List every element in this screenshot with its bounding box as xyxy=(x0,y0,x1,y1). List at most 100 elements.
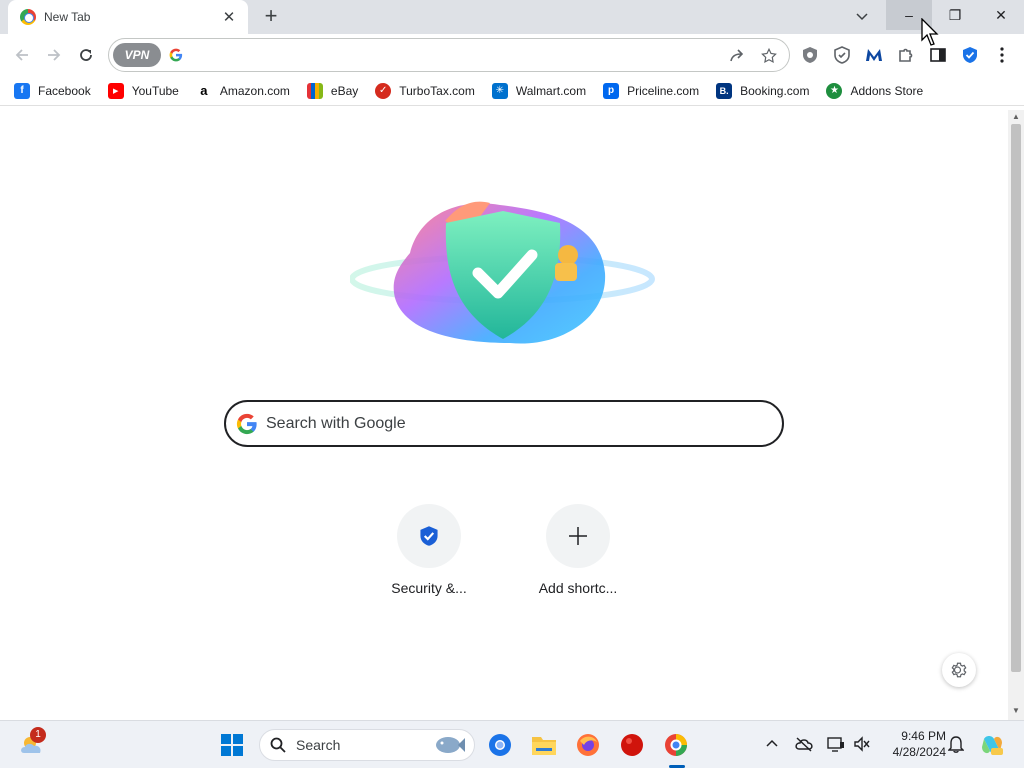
onedrive-button[interactable] xyxy=(794,733,814,755)
scrollbar-thumb[interactable] xyxy=(1011,124,1021,672)
new-tab-page: Search with Google Security &... Add sho… xyxy=(0,107,1008,720)
windows-taskbar: 1 Search 9:46 PM 4/28/2024 xyxy=(0,720,1024,768)
shortcut-label: Add shortc... xyxy=(538,580,618,596)
bookmark-item[interactable]: e eBay xyxy=(306,82,359,99)
bookmark-label: eBay xyxy=(330,83,359,98)
reload-button[interactable] xyxy=(74,43,98,67)
extension-shield-button[interactable] xyxy=(831,44,853,66)
side-panel-icon xyxy=(930,48,946,62)
malwarebytes-icon xyxy=(866,49,882,61)
tab-title: New Tab xyxy=(44,10,91,24)
gear-shield-icon xyxy=(803,47,817,63)
browser-blue-icon xyxy=(489,734,511,756)
notifications-button[interactable] xyxy=(946,733,966,755)
shortcut-label: Security &... xyxy=(391,580,467,596)
display-button[interactable] xyxy=(826,733,846,755)
browser-menu-button[interactable] xyxy=(991,44,1013,66)
mouse-cursor-icon xyxy=(921,18,939,46)
bookmark-label: YouTube xyxy=(131,83,179,98)
bookmark-star-button[interactable] xyxy=(759,46,779,66)
shortcut-add[interactable]: Add shortc... xyxy=(518,504,638,596)
gear-icon xyxy=(951,662,967,678)
windows-logo-icon xyxy=(221,734,243,756)
extension-gear-button[interactable] xyxy=(799,44,821,66)
security-hero-illustration xyxy=(350,201,655,344)
extensions-button[interactable] xyxy=(895,44,917,66)
vpn-button[interactable]: VPN xyxy=(113,43,161,67)
fish-search-highlight-icon xyxy=(436,737,465,753)
tab-close-button[interactable]: ✕ xyxy=(220,8,238,26)
tab-new-tab[interactable]: New Tab ✕ xyxy=(8,0,248,34)
red-sphere-icon xyxy=(621,734,643,756)
browser-favicon-icon xyxy=(20,9,36,25)
blue-shield-icon xyxy=(963,47,977,63)
malwarebytes-extension-button[interactable] xyxy=(863,44,885,66)
share-icon xyxy=(730,49,744,62)
start-button[interactable] xyxy=(216,729,248,761)
turbotax-icon: ✓ xyxy=(375,82,392,99)
browser-toolbar: VPN xyxy=(0,34,1024,76)
volume-button[interactable] xyxy=(852,733,872,755)
bookmark-item[interactable]: f Facebook xyxy=(14,82,91,99)
taskbar-search[interactable]: Search xyxy=(259,729,475,761)
bookmark-item[interactable]: p Priceline.com xyxy=(603,82,700,99)
new-tab-button[interactable]: + xyxy=(258,4,284,30)
bookmark-label: Priceline.com xyxy=(627,83,700,98)
bookmark-label: Booking.com xyxy=(740,83,810,98)
bookmark-label: Addons Store xyxy=(850,83,924,98)
address-bar[interactable]: VPN xyxy=(108,38,790,72)
bookmark-item[interactable]: ★ Addons Store xyxy=(826,82,924,99)
bookmark-label: Amazon.com xyxy=(219,83,290,98)
bookmark-item[interactable]: ✳ Walmart.com xyxy=(491,82,587,99)
google-search-box[interactable]: Search with Google xyxy=(224,400,784,447)
bookmark-label: Walmart.com xyxy=(515,83,587,98)
taskbar-app-file-explorer[interactable] xyxy=(528,729,560,761)
bookmark-item[interactable]: B. Booking.com xyxy=(716,82,810,99)
back-button[interactable] xyxy=(10,43,34,67)
shortcut-security[interactable]: Security &... xyxy=(369,504,489,596)
tray-overflow-button[interactable] xyxy=(762,733,782,755)
copilot-button[interactable] xyxy=(976,729,1008,761)
bookmark-item[interactable]: ✓ TurboTax.com xyxy=(375,82,475,99)
bell-icon xyxy=(948,736,964,753)
scroll-up-arrow-icon[interactable]: ▲ xyxy=(1008,112,1024,124)
shield-icon xyxy=(420,526,438,546)
page-scrollbar[interactable]: ▲ ▼ xyxy=(1008,110,1024,720)
walmart-icon: ✳ xyxy=(491,82,508,99)
star-icon xyxy=(761,47,777,64)
system-clock[interactable]: 9:46 PM 4/28/2024 xyxy=(880,728,946,760)
shield-outline-icon xyxy=(834,46,850,64)
tab-search-button[interactable] xyxy=(852,6,872,26)
volume-muted-icon xyxy=(854,736,870,752)
scroll-down-arrow-icon[interactable]: ▼ xyxy=(1008,706,1024,718)
forward-button[interactable] xyxy=(42,43,66,67)
priceline-icon: p xyxy=(603,82,620,99)
clock-time: 9:46 PM xyxy=(901,729,946,743)
taskbar-app-firefox[interactable] xyxy=(572,729,604,761)
monitor-icon xyxy=(827,737,844,752)
puzzle-icon xyxy=(899,48,913,62)
bookmark-item[interactable]: a Amazon.com xyxy=(195,82,290,99)
cloud-offline-icon xyxy=(795,737,813,752)
facebook-icon: f xyxy=(14,82,30,99)
bookmark-label: TurboTax.com xyxy=(399,83,475,98)
security-extension-button[interactable] xyxy=(959,44,981,66)
amazon-icon: a xyxy=(195,82,212,99)
notification-badge: 1 xyxy=(30,727,46,743)
google-g-icon xyxy=(169,48,183,65)
window-close-button[interactable]: ✕ xyxy=(978,0,1024,30)
ebay-icon: e xyxy=(306,82,323,99)
copilot-icon xyxy=(982,736,1003,755)
folder-icon xyxy=(532,737,556,755)
taskbar-app-chrome-alt[interactable] xyxy=(484,729,516,761)
customize-page-button[interactable] xyxy=(942,653,976,687)
taskbar-app-red[interactable] xyxy=(616,729,648,761)
booking-icon: B. xyxy=(716,82,733,99)
taskbar-app-browser-active[interactable] xyxy=(660,729,692,761)
bookmark-label: Facebook xyxy=(38,83,91,98)
plus-icon xyxy=(569,527,587,545)
chevron-up-icon xyxy=(766,739,778,747)
bookmark-item[interactable]: ▶ YouTube xyxy=(107,82,179,99)
tab-strip: New Tab ✕ + – ❐ ✕ xyxy=(0,0,1024,34)
share-button[interactable] xyxy=(727,46,747,66)
